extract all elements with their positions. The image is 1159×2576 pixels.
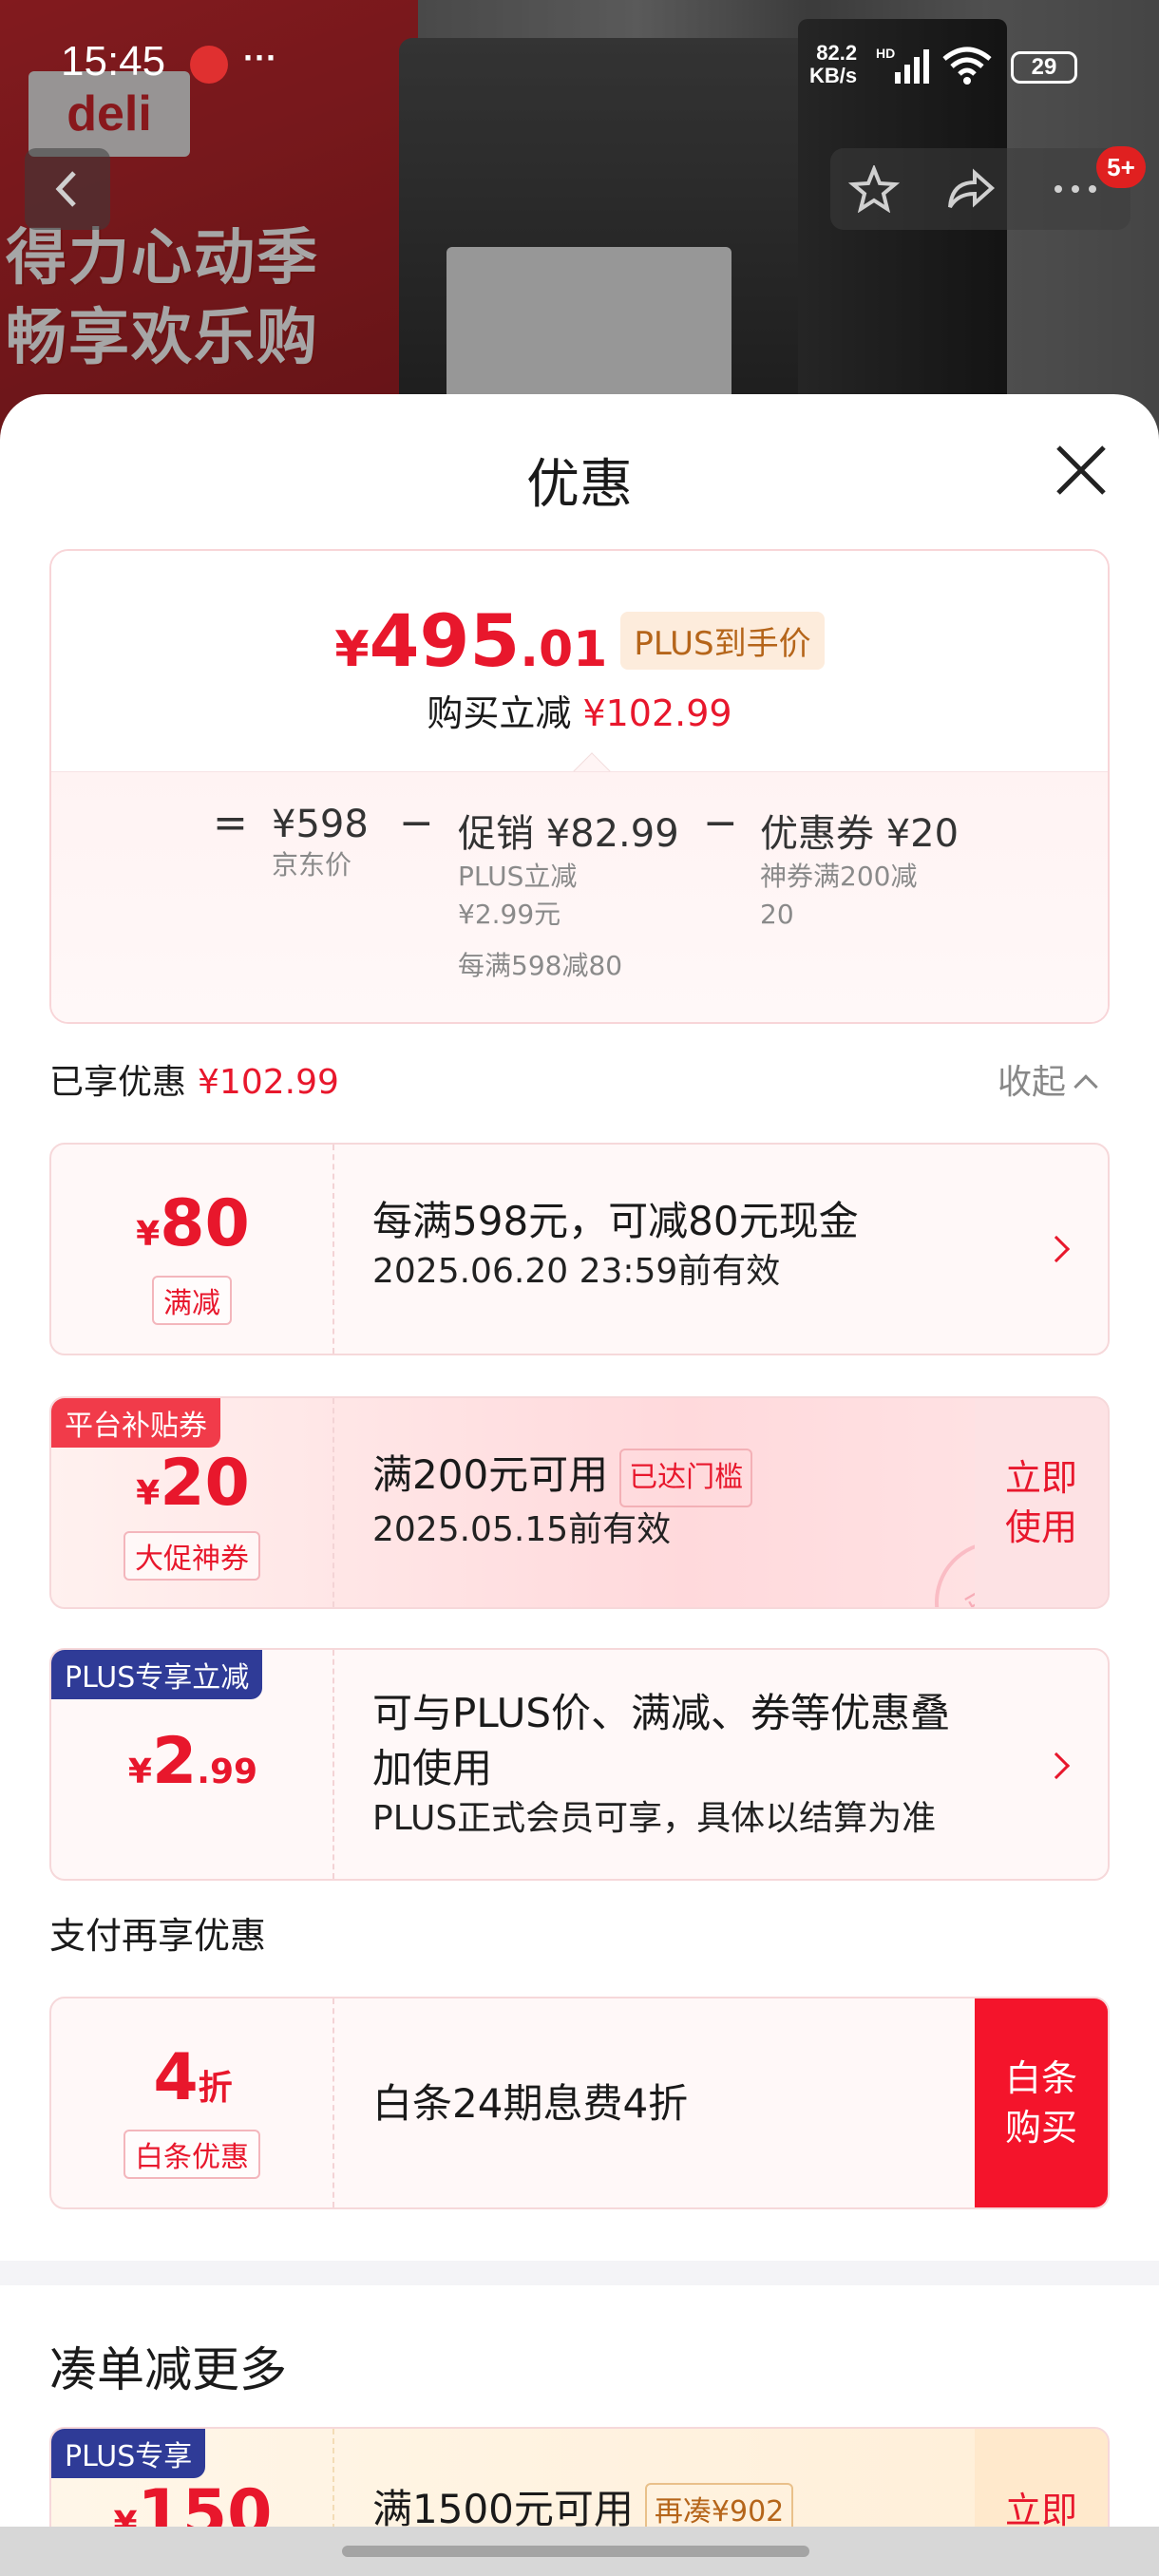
chevron-right-icon [1042, 1752, 1071, 1780]
coupon-amount: 优惠券 ¥20 [760, 812, 960, 856]
wifi-icon [942, 47, 992, 85]
baitiao-buy-button[interactable]: 白条购买 [975, 1998, 1108, 2207]
plus-price-tag: PLUS到手价 [620, 612, 825, 670]
star-icon [847, 163, 901, 214]
share-button[interactable] [944, 165, 998, 213]
use-now-button[interactable]: 立即使用 [975, 1398, 1108, 1607]
payment-discount-label: 支付再享优惠 [49, 1915, 267, 1957]
promo-col: 促销 ¥82.99 PLUS立减 ¥2.99元 每满598减80 [458, 803, 679, 985]
chevron-right-icon [1042, 1235, 1071, 1263]
minus-sign-2: − [703, 799, 738, 847]
threshold-reached-badge: 已达门槛 [619, 1448, 753, 1507]
more-dots-icon [1054, 185, 1096, 193]
more-notifications-icon: ··· [243, 38, 277, 77]
coupon-value: ¥2.99 [127, 1724, 258, 1799]
coupon-value: ¥20 [136, 1446, 250, 1521]
coupon-card-platform-subsidy[interactable]: ¥20 大促神券 平台补贴券 满200元可用 已达门槛 2025.05.15前有效… [49, 1396, 1110, 1609]
coupon-rule: 满200元可用 已达门槛 [372, 1448, 753, 1507]
plus-exclusive-corner-tag: PLUS专享立减 [51, 1650, 263, 1699]
coupon-type-tag: 白条优惠 [124, 2130, 260, 2179]
breakdown-formula: = ¥598 京东价 − 促销 ¥82.99 PLUS立减 ¥2.99元 每满5… [51, 772, 1108, 1022]
sheet-title: 优惠 [526, 454, 633, 516]
coupon-details: 每满598元，可减80元现金 2025.06.20 23:59前有效 [372, 1194, 859, 1295]
share-icon [948, 168, 996, 209]
enjoyed-discount: 已享优惠 ¥102.99 [49, 1054, 339, 1104]
plus-exclusive-corner-tag: PLUS专享 [51, 2429, 206, 2478]
coupon-type-tag: 大促神券 [124, 1531, 260, 1581]
more-button[interactable] [1049, 165, 1102, 213]
chevron-left-icon [55, 171, 76, 207]
coupon-details: 满200元可用 已达门槛 2025.05.15前有效 [372, 1448, 753, 1553]
promo-plus-amount: ¥2.99元 [458, 899, 561, 930]
coupon-left: ¥80 满减 [51, 1145, 334, 1354]
more-deals-title: 凑单减更多 [49, 2342, 287, 2397]
coupon-left: 4折 白条优惠 [51, 1998, 334, 2207]
coupon-card-plus-exclusive[interactable]: ¥2.99 PLUS专享立减 可与PLUS价、满减、券等优惠叠 加使用 PLUS… [49, 1648, 1110, 1881]
coupon-value: 4折 [153, 2040, 233, 2115]
message-count-badge: 5+ [1096, 146, 1146, 188]
coupon-expiry: 2025.06.20 23:59前有效 [372, 1252, 781, 1291]
status-bar: 15:45 ··· 82.2 KB/s HD 29 [0, 38, 1159, 95]
coupon-col: 优惠券 ¥20 神券满200减 20 [760, 803, 959, 934]
top-action-group [830, 148, 1130, 230]
enjoyed-label: 已享优惠 [49, 1063, 187, 1102]
coupon-rule: 每满598元，可减80元现金 [372, 1198, 859, 1244]
coupon-details: 可与PLUS价、满减、券等优惠叠 加使用 PLUS正式会员可享，具体以结算为准 [372, 1686, 950, 1842]
favorite-button[interactable] [847, 163, 901, 214]
instant-reduction-row: 购买立减 ¥102.99 [51, 684, 1108, 736]
price-summary-card: ¥495.01 PLUS到手价 购买立减 ¥102.99 = ¥598 京东价 − … [49, 549, 1110, 1024]
reduction-amount: ¥102.99 [582, 692, 732, 734]
jd-price-col: ¥598 京东价 [272, 803, 369, 884]
coupon-type-tag: 满减 [152, 1276, 232, 1325]
status-time: 15:45 [61, 38, 166, 85]
final-price-row: ¥495.01 PLUS到手价 [51, 598, 1108, 683]
coupon-label: 神券满200减 [760, 861, 918, 892]
price-summary-top: ¥495.01 PLUS到手价 购买立减 ¥102.99 [51, 551, 1108, 771]
network-speed: 82.2 KB/s [809, 41, 858, 87]
jd-price: ¥598 [272, 803, 369, 846]
collapse-label: 收起 [998, 1063, 1067, 1102]
platform-subsidy-corner-tag: 平台补贴券 [51, 1398, 220, 1448]
reduction-label: 购买立减 [427, 692, 572, 734]
home-indicator[interactable] [342, 2546, 809, 2557]
section-divider [0, 2261, 1159, 2285]
coupon-card-baitiao[interactable]: 4折 白条优惠 白条24期息费4折 白条购买 [49, 1997, 1110, 2209]
coupon-note: PLUS正式会员可享，具体以结算为准 [372, 1799, 937, 1838]
coupon-value: ¥80 [136, 1186, 250, 1261]
price-breakdown: = ¥598 京东价 − 促销 ¥82.99 PLUS立减 ¥2.99元 每满5… [51, 771, 1108, 1022]
jd-price-label: 京东价 [272, 849, 352, 881]
coupon-rule: 可与PLUS价、满减、券等优惠叠 [372, 1690, 951, 1736]
final-price: ¥495.01 [334, 598, 608, 683]
coupon-label-cont: 20 [760, 899, 794, 930]
discount-sheet: 优惠 ¥495.01 PLUS到手价 购买立减 ¥102.99 = ¥598 京东价… [0, 394, 1159, 2576]
promo-full-reduction: 每满598减80 [458, 950, 623, 981]
coupon-expiry: 2025.05.15前有效 [372, 1509, 672, 1549]
coupon-rule: 白条24期息费4折 [372, 2080, 689, 2127]
enjoyed-amount: ¥102.99 [198, 1063, 339, 1102]
promo-plus-label: PLUS立减 [458, 861, 578, 892]
collapse-toggle[interactable]: 收起 [998, 1054, 1098, 1104]
signal-icon [895, 49, 929, 84]
close-icon[interactable] [1053, 442, 1110, 499]
promo-amount: 促销 ¥82.99 [458, 812, 679, 856]
equals-sign: = [213, 799, 248, 847]
chevron-up-icon [1074, 1074, 1098, 1099]
battery-icon: 29 [1011, 51, 1077, 84]
coupon-rule-cont: 加使用 [372, 1745, 493, 1791]
coupon-card-full-reduction[interactable]: ¥80 满减 每满598元，可减80元现金 2025.06.20 23:59前有… [49, 1143, 1110, 1355]
minus-sign: − [399, 799, 434, 847]
back-button[interactable] [25, 148, 110, 230]
coupon-details: 白条24期息费4折 [372, 2076, 688, 2131]
notification-app-icon [190, 46, 228, 84]
